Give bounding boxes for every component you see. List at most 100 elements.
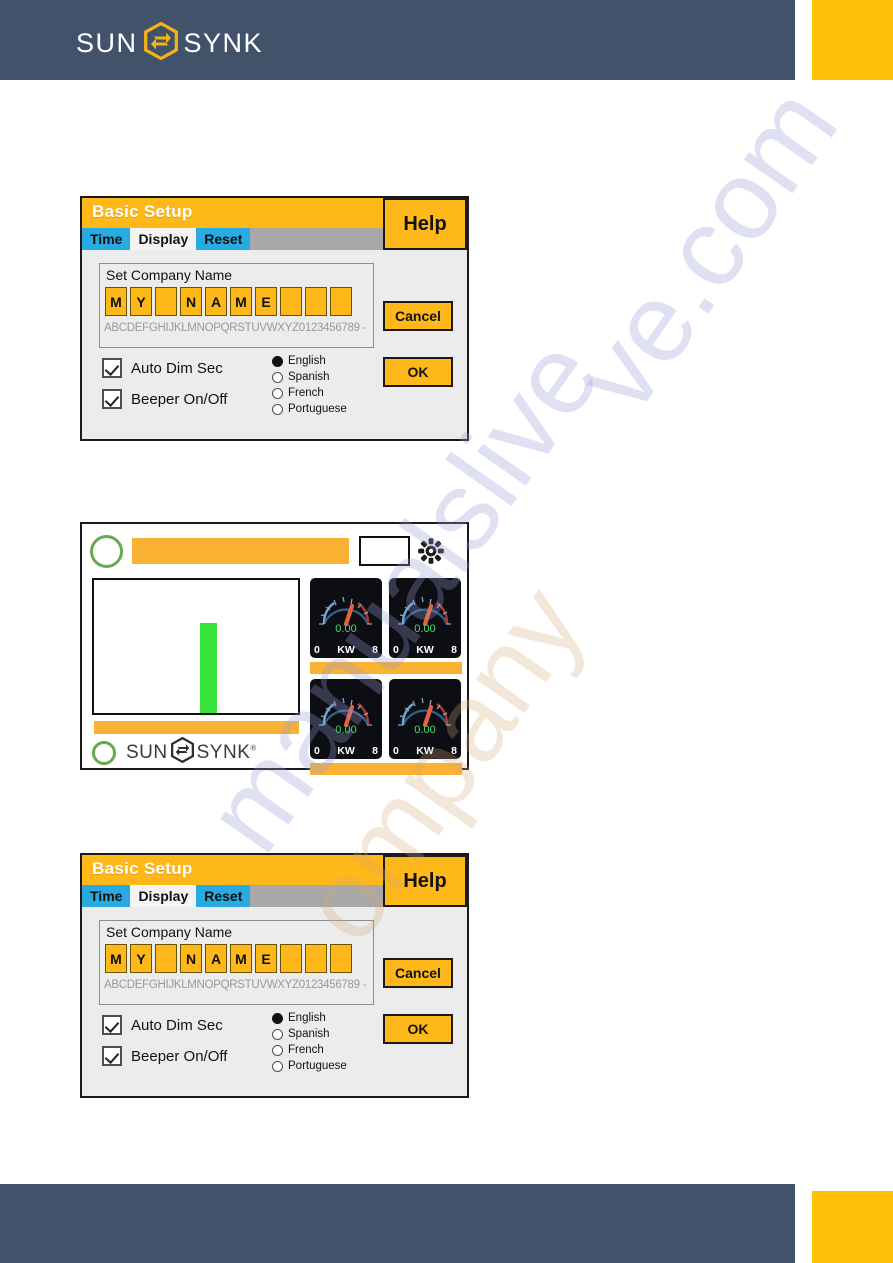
company-name-char-0-2[interactable]: M [105,944,127,973]
gauge-value-2: 0.00 [335,724,357,736]
power-history-chart [92,578,300,715]
gauge-min-2: 0 [314,745,320,757]
language-option-spanish[interactable]: Spanish [272,371,347,383]
company-name-char-4[interactable]: A [205,287,227,316]
company-name-char-6[interactable]: E [255,287,277,316]
gauge-1[interactable]: 0.00 0 KW 8 [389,578,461,658]
auto-dim-sec-checkbox-2[interactable] [102,1015,122,1035]
help-button-2[interactable]: Help [383,855,467,907]
tab-reset[interactable]: Reset [196,228,251,250]
language-label-english: English [288,355,326,367]
beeper-on-off-row-2[interactable]: Beeper On/Off [102,1046,227,1066]
auto-dim-sec-row-2[interactable]: Auto Dim Sec [102,1015,227,1035]
inverter-value-box[interactable] [359,536,410,566]
company-name-char-2-2[interactable] [155,944,177,973]
cancel-button-2[interactable]: Cancel [383,958,453,988]
gauge-3[interactable]: 0.00 0 KW 8 [389,679,461,759]
dialog-titlebar-2: Basic Setup [82,855,383,885]
language-option-english[interactable]: English [272,355,347,367]
company-name-char-0[interactable]: M [105,287,127,316]
beeper-on-off-row[interactable]: Beeper On/Off [102,389,227,409]
gauge-value-3: 0.00 [414,724,436,736]
ok-button-2[interactable]: OK [383,1014,453,1044]
dialog-body-2: Set Company Name M Y N A M E ABCDEFGHIJK… [82,907,467,1096]
language-label-english-2: English [288,1012,326,1024]
radio-spanish-2[interactable] [272,1028,283,1040]
company-name-char-5-2[interactable]: M [230,944,252,973]
sunsynk-hexagon-logo-icon-dark [170,736,194,768]
gauge-min-0: 0 [314,644,320,656]
cancel-button[interactable]: Cancel [383,301,453,331]
tab-time[interactable]: Time [82,228,131,250]
page-title: Basic Setup [92,202,193,221]
set-company-name-label-2: Set Company Name [106,924,233,940]
gauge-max-1: 8 [451,644,457,656]
language-option-portuguese-2[interactable]: Portuguese [272,1060,347,1072]
auto-dim-sec-row[interactable]: Auto Dim Sec [102,358,227,378]
gear-icon[interactable] [417,537,445,565]
radio-portuguese[interactable] [272,403,283,415]
beeper-on-off-checkbox-2[interactable] [102,1046,122,1066]
set-company-name-group: Set Company Name M Y N A M E ABCDEFGHIJK… [99,263,374,348]
gauge-divider-bar-top [310,662,462,674]
brand-word-left: SUN [76,28,138,58]
company-name-char-1[interactable]: Y [130,287,152,316]
company-name-char-row-2: M Y N A M E [105,944,352,973]
company-name-char-7-2[interactable] [280,944,302,973]
gauge-unit-0: KW [337,644,355,656]
language-option-english-2[interactable]: English [272,1012,347,1024]
tab-time-2[interactable]: Time [82,885,131,907]
radio-portuguese-2[interactable] [272,1060,283,1072]
set-company-name-label: Set Company Name [106,267,233,283]
language-option-french-2[interactable]: French [272,1044,347,1056]
language-radio-group: English Spanish French Portuguese [272,355,347,419]
beeper-on-off-label-2: Beeper On/Off [131,1047,228,1065]
company-name-char-2[interactable] [155,287,177,316]
inverter-footer-bar [94,721,299,734]
basic-setup-dialog-top: Basic Setup Help Time Display Reset Set … [80,196,469,441]
beeper-on-off-checkbox[interactable] [102,389,122,409]
company-name-char-8-2[interactable] [305,944,327,973]
alphabet-strip-2[interactable]: ABCDEFGHIJKLMNOPQRSTUVWXYZ0123456789 - [104,979,366,991]
options-column: Auto Dim Sec Beeper On/Off [102,358,227,420]
gauge-0[interactable]: 0.00 0 KW 8 [310,578,382,658]
radio-english[interactable] [272,355,283,367]
tab-reset-2[interactable]: Reset [196,885,251,907]
radio-spanish[interactable] [272,371,283,383]
company-name-char-7[interactable] [280,287,302,316]
gauge-2[interactable]: 0.00 0 KW 8 [310,679,382,759]
inverter-home-screen: 0.00 0 KW 8 0.00 0 KW 8 0.00 0 KW 8 0.00… [80,522,469,775]
language-label-spanish-2: Spanish [288,1028,330,1040]
company-name-char-4-2[interactable]: A [205,944,227,973]
ok-button[interactable]: OK [383,357,453,387]
company-name-char-6-2[interactable]: E [255,944,277,973]
gauge-footer-3: 0 KW 8 [393,745,457,757]
language-option-french[interactable]: French [272,387,347,399]
company-name-char-9[interactable] [330,287,352,316]
auto-dim-sec-checkbox[interactable] [102,358,122,378]
company-name-char-5[interactable]: M [230,287,252,316]
inverter-title-bar-fill [132,538,349,564]
inverter-top-bar [90,532,463,570]
company-name-char-9-2[interactable] [330,944,352,973]
brand-word-right: SYNK [183,28,264,58]
company-name-char-8[interactable] [305,287,327,316]
company-name-char-1-2[interactable]: Y [130,944,152,973]
dialog-tab-strip-2: Time Display Reset [82,885,383,907]
language-option-spanish-2[interactable]: Spanish [272,1028,347,1040]
radio-french-2[interactable] [272,1044,283,1056]
help-button[interactable]: Help [383,198,467,250]
tab-display-2[interactable]: Display [130,885,197,907]
tab-display[interactable]: Display [130,228,197,250]
gauge-min-1: 0 [393,644,399,656]
trademark-symbol: ® [250,743,257,753]
alphabet-strip[interactable]: ABCDEFGHIJKLMNOPQRSTUVWXYZ0123456789 - [104,322,366,334]
set-company-name-group-2: Set Company Name M Y N A M E ABCDEFGHIJK… [99,920,374,1005]
gauge-min-3: 0 [393,745,399,757]
company-name-char-3[interactable]: N [180,287,202,316]
language-option-portuguese[interactable]: Portuguese [272,403,347,415]
company-name-char-3-2[interactable]: N [180,944,202,973]
dialog-titlebar: Basic Setup [82,198,383,228]
radio-french[interactable] [272,387,283,399]
radio-english-2[interactable] [272,1012,283,1024]
